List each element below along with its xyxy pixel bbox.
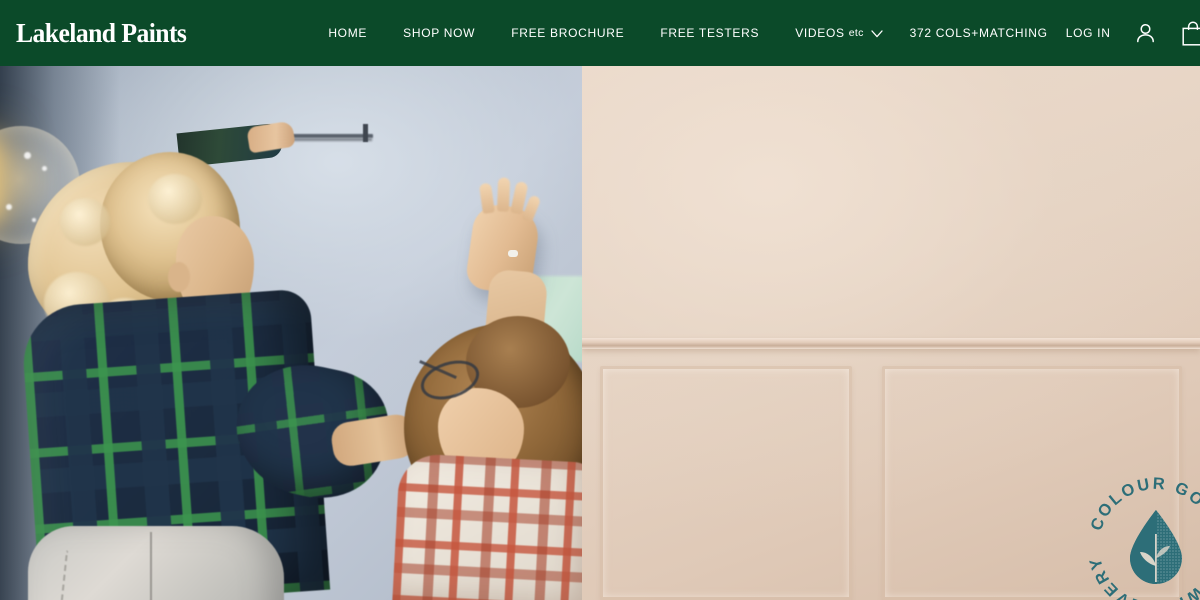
nav-item-shop-now[interactable]: SHOP NOW [385,27,493,39]
site-logo[interactable]: Lakeland Paints [16,19,187,47]
nav-item-home-label: HOME [328,26,368,40]
header-actions: LOG IN [1066,20,1200,47]
finger [496,177,511,212]
chevron-down-icon[interactable] [871,29,883,37]
site-header: Lakeland Paints HOME SHOP NOW FREE BROCH… [0,0,1200,66]
child-checked-shirt [392,452,582,600]
user-icon[interactable] [1133,21,1158,46]
go-green-badge[interactable]: COLOUR GO GREEN WITH EVERY [1082,472,1200,600]
dado-rail-moulding [582,338,1200,349]
finger-ring [508,250,518,257]
nav-item-videos-label: VIDEOS [795,26,845,40]
nav-item-free-testers[interactable]: FREE TESTERS [642,27,777,39]
nav-item-shop-now-label: SHOP NOW [403,26,476,40]
painting-scene-image[interactable] [0,66,582,600]
wall-frame-post-right [363,124,368,142]
nav-item-free-testers-label: FREE TESTERS [660,26,760,40]
shopping-bag-icon[interactable] [1180,20,1200,47]
primary-navigation: HOME SHOP NOW FREE BROCHURE FREE TESTERS… [310,27,1065,39]
woman-hair-curl [148,174,202,224]
nav-item-colours-matching[interactable]: 372 COLS+MATCHING [892,27,1066,39]
nav-item-free-brochure-label: FREE BROCHURE [511,26,625,40]
bulb-highlight [42,166,47,171]
nav-item-colours-matching-label: 372 COLS+MATCHING [909,26,1048,40]
jeans-seam [150,532,152,600]
log-in-link[interactable]: LOG IN [1066,27,1111,39]
woman-hair-curl [60,198,110,246]
bulb-highlight [32,218,36,222]
hero-split-banner [0,66,1200,600]
bulb-highlight [24,152,31,159]
woman-ear [168,262,190,292]
nav-item-videos-sublabel: etc [848,26,864,39]
nav-item-videos[interactable]: VIDEOS etc [777,27,891,39]
paint-drop-leaf-icon [1130,510,1182,584]
nav-item-home[interactable]: HOME [310,27,385,39]
page-root: Lakeland Paints HOME SHOP NOW FREE BROCH… [0,0,1200,600]
jeans-pocket [58,550,136,600]
nav-item-free-brochure[interactable]: FREE BROCHURE [493,27,642,39]
wall-panel-left [600,366,852,600]
bulb-highlight [6,204,12,210]
